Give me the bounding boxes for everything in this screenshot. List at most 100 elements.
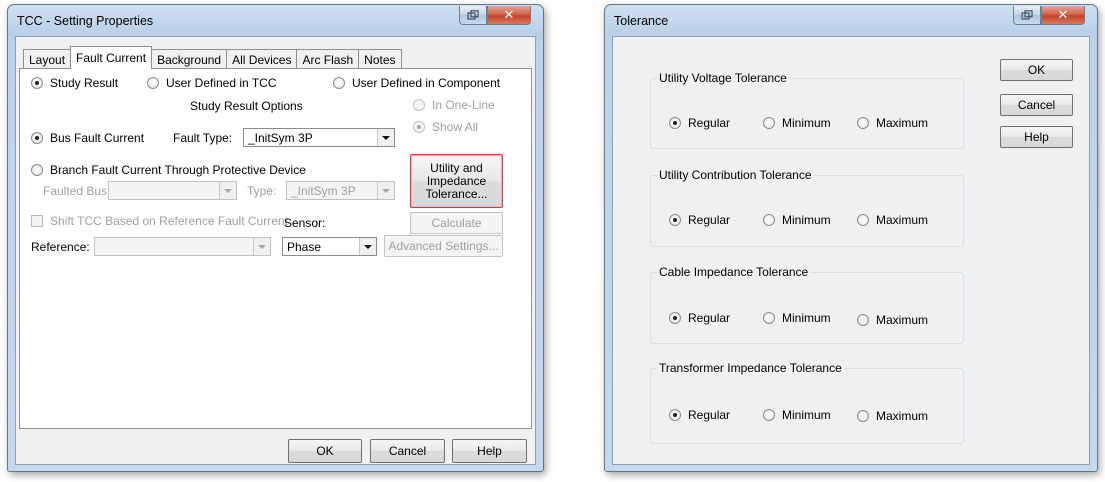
minimum-radio[interactable] [763, 312, 775, 324]
group-title: Utility Contribution Tolerance [657, 168, 814, 182]
faulted-bus-dropdown[interactable] [108, 181, 237, 200]
maximum-radio[interactable] [857, 214, 869, 226]
dialog-body: Layout Fault Current Background All Devi… [15, 36, 536, 465]
options-separator-left [31, 107, 184, 108]
maximum-radio[interactable] [857, 314, 869, 326]
title-bar[interactable]: Tolerance ✕ [605, 5, 1097, 35]
show-all-radio[interactable] [413, 121, 425, 133]
maximum-label[interactable]: Maximum [876, 213, 928, 227]
minimum-radio[interactable] [763, 117, 775, 129]
tab-strip: Layout Fault Current Background All Devi… [23, 46, 402, 69]
maximum-radio[interactable] [857, 410, 869, 422]
title-bar[interactable]: TCC - Setting Properties ✕ [8, 5, 543, 35]
tab-layout[interactable]: Layout [23, 49, 72, 69]
in-one-line-label[interactable]: In One-Line [432, 98, 495, 112]
utility-voltage-tolerance-group: Utility Voltage Tolerance Regular Minimu… [650, 71, 964, 149]
shift-tcc-label[interactable]: Shift TCC Based on Reference Fault Curre… [50, 214, 288, 228]
chevron-down-icon[interactable] [359, 238, 376, 255]
fault-type-value: _InitSym 3P [248, 131, 313, 145]
bus-fault-current-radio[interactable] [31, 132, 43, 144]
cancel-button[interactable]: Cancel [370, 439, 445, 463]
utility-impedance-tolerance-button[interactable]: Utility and Impedance Tolerance... [410, 154, 503, 208]
regular-radio[interactable] [669, 312, 681, 324]
type-label: Type: [247, 184, 277, 198]
close-icon: ✕ [1057, 7, 1069, 23]
group-title: Cable Impedance Tolerance [657, 265, 811, 279]
regular-label[interactable]: Regular [688, 311, 730, 325]
cancel-button[interactable]: Cancel [1000, 94, 1073, 116]
tab-arc-flash[interactable]: Arc Flash [296, 49, 360, 69]
maximum-radio[interactable] [857, 117, 869, 129]
help-button[interactable]: Help [1000, 126, 1073, 148]
study-result-label[interactable]: Study Result [50, 76, 118, 90]
fault-current-panel: Study Result User Defined in TCC User De… [19, 68, 532, 429]
utility-contribution-tolerance-group: Utility Contribution Tolerance Regular M… [650, 168, 964, 247]
type-value: _InitSym 3P [291, 184, 356, 198]
minimum-label[interactable]: Minimum [782, 311, 831, 325]
chevron-down-icon[interactable] [377, 129, 394, 146]
minimum-label[interactable]: Minimum [782, 213, 831, 227]
regular-radio[interactable] [669, 214, 681, 226]
shift-tcc-checkbox[interactable] [31, 215, 43, 227]
ok-button[interactable]: OK [1000, 59, 1073, 81]
chevron-down-icon[interactable] [253, 238, 270, 255]
minimum-label[interactable]: Minimum [782, 116, 831, 130]
regular-label[interactable]: Regular [688, 213, 730, 227]
tab-background[interactable]: Background [151, 49, 228, 69]
window-title: Tolerance [614, 14, 669, 28]
tab-fault-current[interactable]: Fault Current [70, 46, 153, 69]
restore-icon [467, 10, 479, 20]
sensor-label: Sensor: [284, 216, 326, 230]
close-button[interactable]: ✕ [1041, 6, 1085, 25]
group-title: Transformer Impedance Tolerance [657, 361, 844, 375]
reference-label: Reference: [31, 240, 90, 254]
advanced-settings-button[interactable]: Advanced Settings... [384, 235, 503, 257]
study-result-options-label: Study Result Options [190, 99, 303, 113]
user-defined-component-radio[interactable] [333, 77, 345, 89]
tcc-setting-properties-window: TCC - Setting Properties ✕ Layout Fault … [7, 4, 544, 472]
help-button[interactable]: Help [452, 439, 527, 463]
tolerance-window: Tolerance ✕ Utility Voltage Tolerance Re… [604, 4, 1098, 472]
type-dropdown[interactable]: _InitSym 3P [286, 181, 395, 200]
regular-label[interactable]: Regular [688, 116, 730, 130]
tab-notes[interactable]: Notes [358, 49, 402, 69]
minimum-radio[interactable] [763, 409, 775, 421]
sensor-value: Phase [287, 240, 322, 254]
close-icon: ✕ [503, 7, 515, 23]
faulted-bus-label: Faulted Bus: [43, 184, 111, 198]
calculate-button[interactable]: Calculate [410, 212, 503, 234]
maximum-label[interactable]: Maximum [876, 116, 928, 130]
restore-button[interactable] [1013, 6, 1041, 25]
user-defined-tcc-label[interactable]: User Defined in TCC [166, 76, 276, 90]
minimum-label[interactable]: Minimum [782, 408, 831, 422]
transformer-impedance-tolerance-group: Transformer Impedance Tolerance Regular … [650, 361, 964, 444]
study-result-radio[interactable] [31, 77, 43, 89]
restore-icon [1021, 10, 1033, 20]
regular-radio[interactable] [669, 117, 681, 129]
fault-type-label: Fault Type: [173, 131, 233, 145]
minimum-radio[interactable] [763, 214, 775, 226]
sensor-dropdown[interactable]: Phase [282, 237, 377, 256]
close-button[interactable]: ✕ [487, 6, 531, 25]
regular-label[interactable]: Regular [688, 408, 730, 422]
regular-radio[interactable] [669, 409, 681, 421]
show-all-label[interactable]: Show All [432, 120, 478, 134]
dialog-body: Utility Voltage Tolerance Regular Minimu… [612, 36, 1090, 465]
maximum-label[interactable]: Maximum [876, 313, 928, 327]
tab-all-devices[interactable]: All Devices [226, 49, 298, 69]
maximum-label[interactable]: Maximum [876, 409, 928, 423]
group-title: Utility Voltage Tolerance [657, 71, 789, 85]
branch-fault-current-radio[interactable] [31, 164, 43, 176]
chevron-down-icon[interactable] [377, 182, 394, 199]
user-defined-tcc-radio[interactable] [147, 77, 159, 89]
bus-fault-current-label[interactable]: Bus Fault Current [50, 131, 144, 145]
chevron-down-icon[interactable] [219, 182, 236, 199]
reference-dropdown[interactable] [94, 237, 271, 256]
user-defined-component-label[interactable]: User Defined in Component [352, 76, 500, 90]
in-one-line-radio[interactable] [413, 99, 425, 111]
ok-button[interactable]: OK [288, 439, 362, 463]
options-separator-right [308, 107, 398, 108]
fault-type-dropdown[interactable]: _InitSym 3P [243, 128, 395, 147]
restore-button[interactable] [459, 6, 487, 25]
branch-fault-current-label[interactable]: Branch Fault Current Through Protective … [50, 163, 306, 177]
